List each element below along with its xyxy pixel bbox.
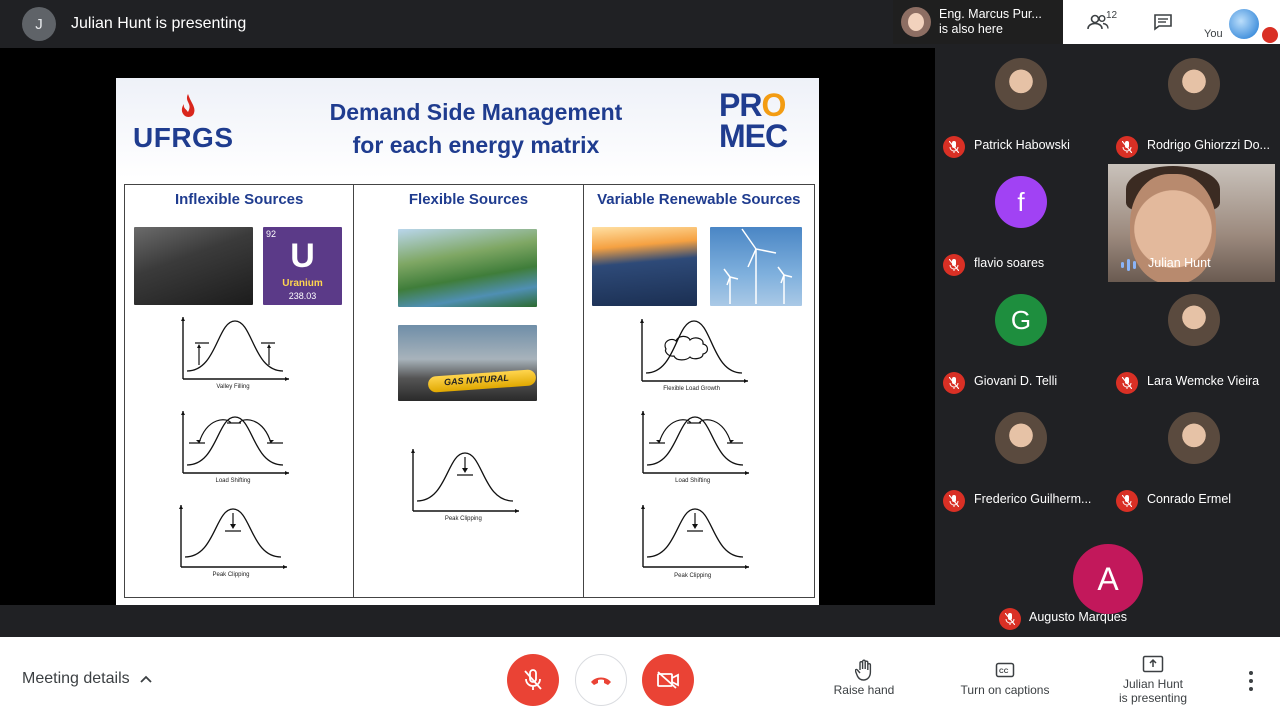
participant-tile[interactable]: Rodrigo Ghiorzzi Do...: [1108, 46, 1280, 164]
hydro-dam-photo: [398, 229, 538, 307]
peak-clipping-diagram: Peak Clipping: [175, 501, 287, 581]
you-label: You: [1204, 28, 1223, 40]
presentation-button[interactable]: Julian Hunt is presenting: [1110, 651, 1196, 705]
raise-hand-button[interactable]: Raise hand: [829, 657, 899, 697]
mic-off-icon: [1116, 136, 1138, 158]
natural-gas-photo: GAS NATURAL: [398, 325, 538, 401]
mic-off-icon: [943, 490, 965, 512]
also-here-sub: is also here: [939, 22, 1003, 36]
presentation-slide: UFRGS Demand Side Management for each en…: [116, 78, 819, 605]
participant-tile[interactable]: Patrick Habowski: [935, 46, 1107, 164]
also-here-avatar: [901, 7, 931, 37]
slide-title: Demand Side Management for each energy m…: [329, 99, 623, 158]
coal-plant-photo: [134, 227, 253, 305]
flame-icon: [181, 94, 195, 117]
bottom-toolbar: Meeting details Raise hand CC Turn on ca…: [0, 637, 1280, 720]
participant-tile[interactable]: Lara Wemcke Vieira: [1108, 282, 1280, 400]
solar-panels-photo: [591, 227, 697, 306]
participant-name: Frederico Guilherm...: [974, 492, 1092, 506]
people-count: 12: [1106, 10, 1118, 21]
column-title: Variable Renewable Sources: [597, 191, 801, 208]
uranium-tile: 92 U Uranium 238.03: [263, 227, 342, 305]
present-screen-icon: [1142, 655, 1164, 673]
participant-tile[interactable]: f flavio soares: [935, 164, 1107, 282]
column-inflexible: Inflexible Sources 92 U Uranium 238.03 V…: [125, 185, 355, 597]
avatar: f: [995, 176, 1047, 228]
presenting-label: Julian Hunt is presenting: [71, 15, 247, 32]
active-speaker-video[interactable]: Julian Hunt: [1108, 164, 1275, 282]
chevron-up-icon: [139, 675, 152, 683]
camera-toggle-button[interactable]: [642, 654, 694, 706]
load-shifting-diagram: Load Shifting: [637, 407, 749, 487]
chat-button[interactable]: [1133, 0, 1193, 44]
avatar: [995, 58, 1047, 110]
participant-name: Conrado Ermel: [1147, 492, 1232, 506]
mic-off-icon: [524, 669, 542, 690]
captions-button[interactable]: CC Turn on captions: [954, 657, 1056, 697]
avatar: [1168, 58, 1220, 110]
slide-header: UFRGS Demand Side Management for each en…: [116, 78, 819, 178]
peak-clipping-diagram: Peak Clipping: [637, 501, 749, 581]
svg-text:CC: CC: [999, 668, 1009, 675]
avatar: [995, 412, 1047, 464]
meeting-details-button[interactable]: Meeting details: [22, 670, 152, 688]
participant-name: Rodrigo Ghiorzzi Do...: [1147, 138, 1270, 152]
mic-toggle-button[interactable]: [507, 654, 559, 706]
valley-filling-diagram: Valley Filling: [177, 313, 289, 393]
mic-off-icon: [1116, 490, 1138, 512]
participant-name: Augusto Marques: [1029, 610, 1127, 624]
peak-clipping-diagram: Peak Clipping: [407, 445, 520, 525]
flexible-load-growth-diagram: Flexible Load Growth: [636, 315, 748, 395]
wind-turbine-icon: [723, 228, 792, 304]
participant-name: Patrick Habowski: [974, 138, 1070, 152]
avatar: G: [995, 294, 1047, 346]
wind-turbines-photo: [709, 227, 802, 306]
participant-tile[interactable]: A Augusto Marques: [991, 520, 1225, 637]
participant-name: flavio soares: [974, 256, 1045, 270]
mic-off-icon: [999, 608, 1021, 630]
hang-up-icon: [591, 677, 611, 685]
participant-tile[interactable]: G Giovani D. Telli: [935, 282, 1107, 400]
avatar: [1168, 294, 1220, 346]
raise-hand-icon: [855, 659, 872, 681]
speaking-indicator-icon: [1121, 258, 1139, 272]
column-title: Flexible Sources: [408, 191, 529, 208]
mic-off-icon: [943, 372, 965, 394]
self-tile[interactable]: You: [1193, 0, 1280, 44]
load-shifting-diagram: Load Shifting: [177, 407, 289, 487]
presenting-bar: J Julian Hunt is presenting: [0, 0, 935, 48]
participant-name: Lara Wemcke Vieira: [1147, 374, 1260, 388]
column-title: Inflexible Sources: [174, 191, 304, 208]
avatar: A: [1073, 544, 1143, 614]
sources-table: Inflexible Sources 92 U Uranium 238.03 V…: [124, 184, 815, 598]
ufrgs-logo: UFRGS: [133, 92, 241, 156]
promec-logo: PRO MEC: [719, 87, 788, 154]
mic-off-icon: [943, 136, 965, 158]
also-here-name: Eng. Marcus Pur...: [939, 7, 1042, 21]
mic-off-icon: [1262, 27, 1278, 43]
participant-tile[interactable]: Conrado Ermel: [1108, 400, 1280, 518]
also-here-notice[interactable]: Eng. Marcus Pur... is also here: [893, 0, 1063, 44]
more-options-icon[interactable]: [1244, 671, 1258, 691]
participant-tile[interactable]: Frederico Guilherm...: [935, 400, 1107, 518]
camera-off-icon: [657, 671, 679, 689]
mic-off-icon: [1116, 372, 1138, 394]
presenter-avatar: J: [22, 7, 56, 41]
top-right-controls: 12 You: [1063, 0, 1280, 44]
people-button[interactable]: 12: [1063, 0, 1133, 44]
participant-name: Julian Hunt: [1148, 256, 1211, 270]
column-variable-renewable: Variable Renewable Sources Flexible Load…: [584, 185, 814, 597]
chat-icon: [1154, 14, 1172, 31]
captions-icon: CC: [995, 662, 1015, 678]
leave-call-button[interactable]: [575, 654, 627, 706]
self-avatar: [1229, 9, 1259, 39]
column-flexible: Flexible Sources GAS NATURAL Peak Clippi…: [354, 185, 584, 597]
participant-name: Giovani D. Telli: [974, 374, 1058, 388]
avatar: [1168, 412, 1220, 464]
mic-off-icon: [943, 254, 965, 276]
